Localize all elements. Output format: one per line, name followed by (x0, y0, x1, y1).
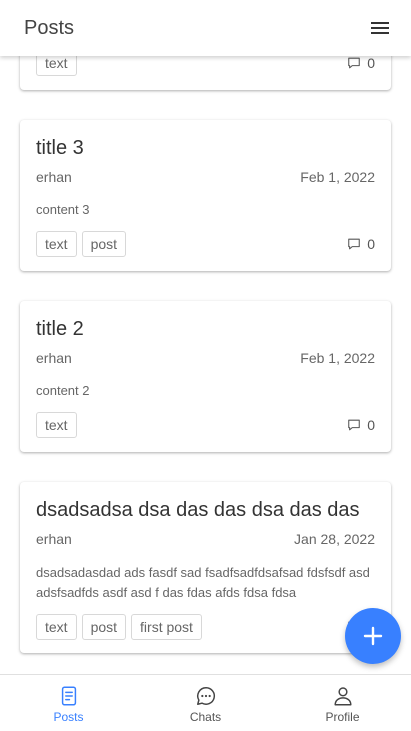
post-title: title 3 (36, 137, 84, 159)
post-title: dsadsadsa dsa das das dsa das das (36, 499, 360, 521)
post-title: title 2 (36, 318, 84, 340)
add-icon (363, 626, 383, 646)
tab-chats[interactable]: Chats (137, 675, 274, 731)
bottom-tab-bar: Posts Chats Profile (0, 674, 411, 731)
post-date: Jan 28, 2022 (294, 531, 375, 547)
comment-count-value: 0 (367, 236, 375, 252)
tab-label: Profile (325, 710, 360, 724)
tag-chip[interactable]: text (36, 231, 77, 257)
tag-list: text post first post (36, 614, 202, 640)
post-content: content 3 (36, 202, 90, 217)
add-post-button[interactable] (345, 608, 401, 664)
tab-label: Chats (189, 710, 222, 724)
tab-profile[interactable]: Profile (274, 675, 411, 731)
post-author: erhan (36, 531, 72, 547)
post-content: dsadsadasdad ads fasdf sad fsadfsadfdsaf… (36, 565, 370, 600)
tag-chip[interactable]: post (81, 231, 127, 257)
comment-count[interactable]: 0 (347, 55, 375, 71)
comment-icon (348, 57, 360, 69)
post-author: erhan (36, 169, 72, 185)
comment-count-value: 0 (367, 417, 375, 433)
comment-count[interactable]: 0 (347, 417, 375, 433)
tag-chip[interactable]: text (36, 412, 77, 438)
tag-chip[interactable]: first post (131, 614, 202, 640)
post-content: content 2 (36, 383, 90, 398)
comment-count[interactable]: 0 (347, 236, 375, 252)
page-title: Posts (24, 16, 75, 39)
post-card[interactable]: title 2 erhan Feb 1, 2022 content 2 text… (20, 301, 391, 452)
post-card[interactable]: title 3 erhan Feb 1, 2022 content 3 text… (20, 120, 391, 271)
tag-chip[interactable]: text (36, 614, 77, 640)
app-bar: Posts (0, 0, 411, 56)
tab-label: Posts (53, 710, 84, 724)
post-date: Feb 1, 2022 (300, 169, 375, 185)
tag-chip[interactable]: post (81, 614, 127, 640)
menu-icon[interactable] (369, 16, 393, 40)
document-icon (61, 686, 76, 706)
person-icon (333, 687, 352, 706)
comment-icon (348, 238, 360, 250)
tag-list: text (36, 412, 77, 438)
chat-bubble-icon (196, 687, 215, 705)
posts-feed[interactable]: text 0 title 3 erhan Feb 1, 2022 content… (0, 0, 411, 674)
comment-count-value: 0 (367, 55, 375, 71)
post-author: erhan (36, 350, 72, 366)
tag-list: text post (36, 231, 127, 257)
comment-icon (348, 419, 360, 431)
tab-posts[interactable]: Posts (0, 675, 137, 731)
post-card[interactable]: dsadsadsa dsa das das dsa das das erhan … (20, 482, 391, 653)
post-date: Feb 1, 2022 (300, 350, 375, 366)
